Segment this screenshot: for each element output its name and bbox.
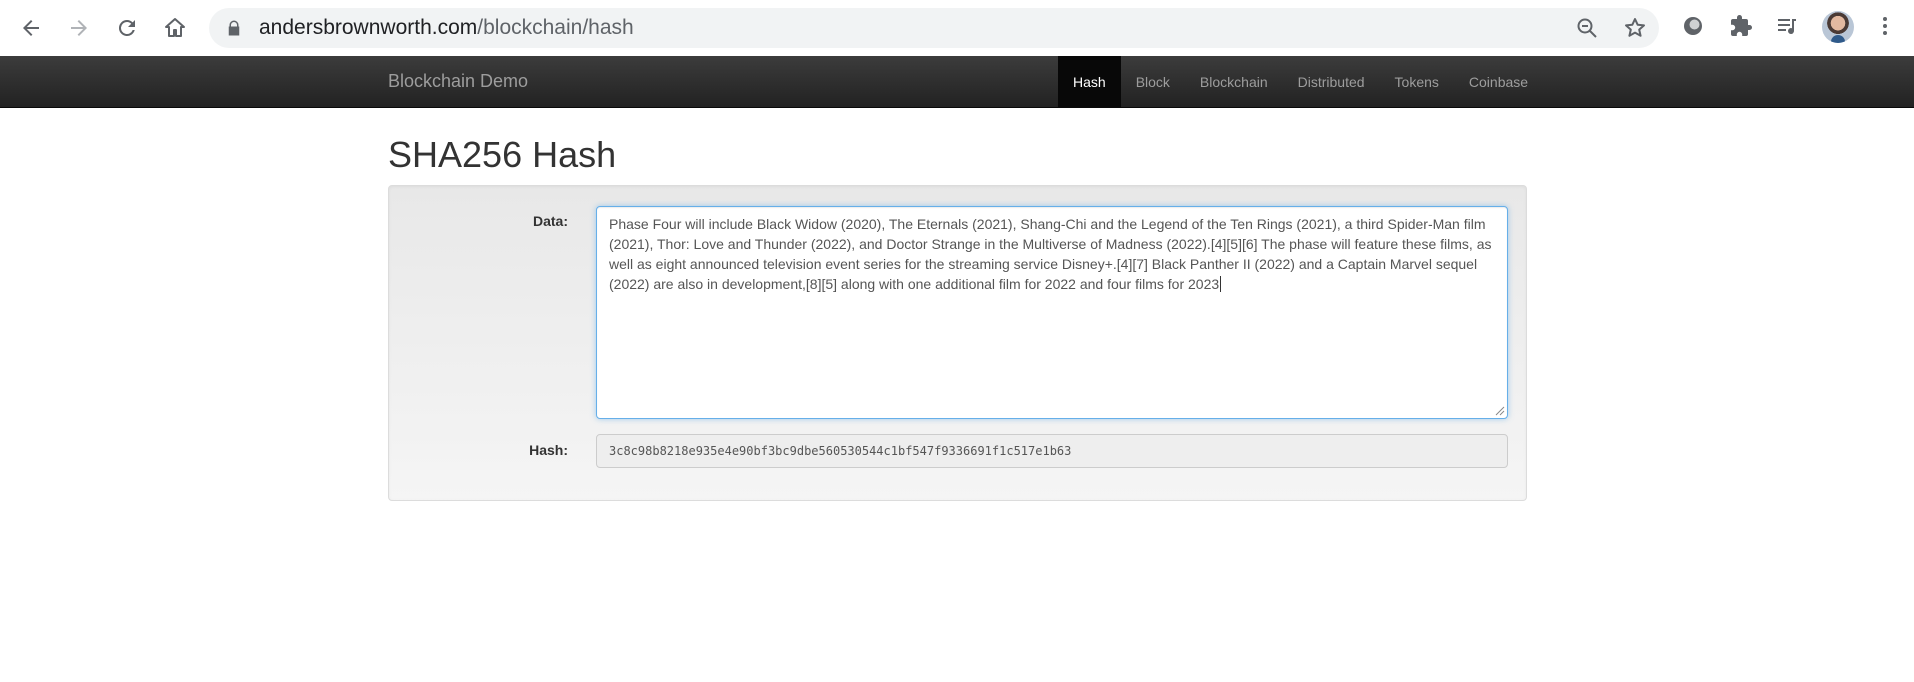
resize-handle-icon[interactable] (1493, 404, 1505, 416)
url-text: andersbrownworth.com/blockchain/hash (259, 17, 634, 39)
site-navbar: Blockchain Demo Hash Block Blockchain Di… (0, 56, 1914, 108)
back-button[interactable] (14, 11, 48, 45)
page-title: SHA256 Hash (388, 134, 617, 175)
data-text: Phase Four will include Black Widow (202… (609, 216, 1492, 292)
zoom-out-icon[interactable] (1575, 16, 1599, 40)
text-cursor (1220, 276, 1222, 292)
data-label: Data: (532, 213, 568, 229)
browser-toolbar: andersbrownworth.com/blockchain/hash (0, 0, 1914, 56)
nav-item-tokens[interactable]: Tokens (1380, 56, 1454, 107)
reload-icon (118, 19, 135, 36)
media-queue-icon[interactable] (1774, 13, 1800, 39)
reload-button[interactable] (110, 11, 144, 45)
nav-item-blockchain[interactable]: Blockchain (1185, 56, 1283, 107)
hash-label: Hash: (529, 442, 568, 458)
forward-button[interactable] (62, 11, 96, 45)
url-path: /blockchain/hash (477, 16, 634, 39)
nav-item-distributed[interactable]: Distributed (1283, 56, 1380, 107)
more-vert-icon[interactable] (1872, 13, 1898, 39)
forward-icon (71, 20, 87, 36)
hash-output-field[interactable]: 3c8c98b8218e935e4e90bf3bc9dbe560530544c1… (596, 434, 1508, 468)
extension-circle-icon[interactable] (1680, 13, 1706, 39)
nav-item-block[interactable]: Block (1121, 56, 1185, 107)
navbar-brand[interactable]: Blockchain Demo (388, 71, 528, 92)
back-icon (23, 20, 39, 36)
home-button[interactable] (158, 11, 192, 45)
data-textarea[interactable]: Phase Four will include Black Widow (202… (596, 206, 1508, 419)
lock-icon (228, 20, 240, 36)
home-icon (165, 18, 185, 37)
nav-item-hash[interactable]: Hash (1058, 56, 1121, 107)
address-bar[interactable]: andersbrownworth.com/blockchain/hash (209, 8, 1659, 48)
nav-item-coinbase[interactable]: Coinbase (1454, 56, 1543, 107)
avatar[interactable] (1822, 11, 1854, 43)
nav-menu: Hash Block Blockchain Distributed Tokens… (1058, 56, 1543, 107)
extensions-puzzle-icon[interactable] (1728, 13, 1754, 39)
bookmark-star-icon[interactable] (1623, 16, 1647, 40)
url-domain: andersbrownworth.com (259, 16, 478, 39)
